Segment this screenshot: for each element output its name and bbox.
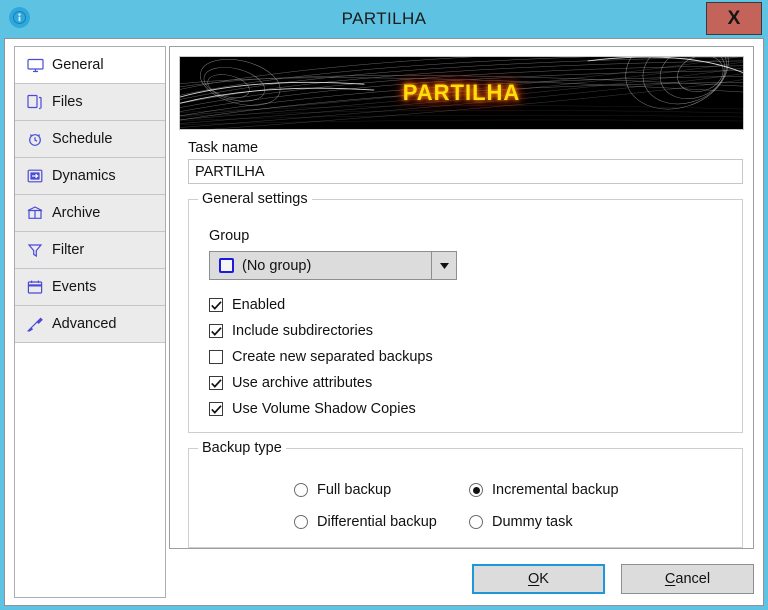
checkmark-icon [209,324,223,338]
checkbox-use-volume-shadow-copies[interactable]: Use Volume Shadow Copies [209,396,730,422]
general-settings-group: General settings Group (No group) Enable… [188,191,743,433]
ok-button[interactable]: OK [472,564,605,594]
group-label: Group [209,228,250,244]
sidebar-item-events[interactable]: Events [15,269,165,306]
backup-type-group: Backup type Full backup Incremental back… [188,440,743,548]
checkbox-enabled[interactable]: Enabled [209,292,730,318]
alarm-clock-icon [25,130,45,148]
sidebar-tab-list: General Files Schedule Dynamics Archive … [14,46,166,598]
empty-checkbox-icon [209,350,223,364]
funnel-icon [25,241,45,259]
sidebar-item-label: Dynamics [52,168,116,184]
task-name-input[interactable]: PARTILHA [188,159,743,184]
dialog-footer: OK Cancel [472,564,754,594]
files-icon [25,93,45,111]
radio-label: Differential backup [317,514,437,530]
checkbox-use-archive-attributes[interactable]: Use archive attributes [209,370,730,396]
calendar-icon [25,278,45,296]
sidebar-item-label: Filter [52,242,85,258]
task-name-label: Task name [188,140,259,156]
window-title: PARTILHA [341,9,427,28]
group-square-icon [219,258,234,273]
ok-rest: K [539,571,549,587]
group-dropdown-value: (No group) [242,257,312,274]
checkbox-label: Use archive attributes [232,375,373,391]
banner-title: PARTILHA [402,80,521,105]
radio-full-backup[interactable]: Full backup [294,477,469,503]
sidebar-item-dynamics[interactable]: Dynamics [15,158,165,195]
checkmark-icon [209,298,223,312]
radio-incremental-backup[interactable]: Incremental backup [469,477,732,503]
sidebar-item-label: Files [52,94,83,110]
radio-selected-icon [469,483,483,497]
group-dropdown[interactable]: (No group) [209,251,457,280]
cancel-button[interactable]: Cancel [621,564,754,594]
arrow-in-box-icon [25,167,45,185]
radio-unselected-icon [294,515,308,529]
radio-label: Incremental backup [492,482,619,498]
archive-box-icon [25,204,45,222]
radio-label: Full backup [317,482,392,498]
sidebar-item-filter[interactable]: Filter [15,232,165,269]
sidebar-item-label: Archive [52,205,101,221]
cancel-accel: C [664,571,676,587]
cancel-rest: ancel [675,571,711,587]
checkbox-label: Include subdirectories [232,323,374,339]
general-tab-panel: PARTILHA Task name PARTILHA General sett… [169,46,754,549]
task-properties-window: PARTILHA X General Files Schedule Dynami… [0,0,768,610]
sidebar-item-label: General [52,57,104,73]
sidebar-item-label: Events [52,279,97,295]
sidebar-item-label: Advanced [52,316,117,332]
sidebar-item-label: Schedule [52,131,113,147]
radio-differential-backup[interactable]: Differential backup [294,509,469,535]
sidebar-item-advanced[interactable]: Advanced [15,306,165,343]
checkbox-include-subdirectories[interactable]: Include subdirectories [209,318,730,344]
awl-tool-icon [25,315,45,333]
radio-label: Dummy task [492,514,573,530]
checkbox-label: Use Volume Shadow Copies [232,401,416,417]
backup-type-title: Backup type [198,440,286,456]
monitor-icon [25,56,45,74]
checkmark-icon [209,402,223,416]
chevron-down-icon[interactable] [431,252,456,279]
client-area: General Files Schedule Dynamics Archive … [4,38,764,606]
sidebar-item-general[interactable]: General [15,47,165,84]
sidebar-item-files[interactable]: Files [15,84,165,121]
checkmark-icon [209,376,223,390]
checkbox-label: Enabled [232,297,286,313]
general-settings-title: General settings [198,191,312,207]
sidebar-item-schedule[interactable]: Schedule [15,121,165,158]
general-settings-checkbox-list: Enabled Include subdirectories Create ne… [209,292,730,422]
title-bar: PARTILHA X [0,0,768,38]
radio-unselected-icon [469,515,483,529]
radio-dummy-task[interactable]: Dummy task [469,509,732,535]
close-button[interactable]: X [706,2,762,35]
backup-type-radio-group: Full backup Incremental backup Different… [294,477,732,535]
radio-unselected-icon [294,483,308,497]
sidebar-item-archive[interactable]: Archive [15,195,165,232]
ok-accel: O [528,571,540,587]
checkbox-label: Create new separated backups [232,349,433,365]
task-banner: PARTILHA [179,56,744,130]
checkbox-create-new-separated-backups[interactable]: Create new separated backups [209,344,730,370]
